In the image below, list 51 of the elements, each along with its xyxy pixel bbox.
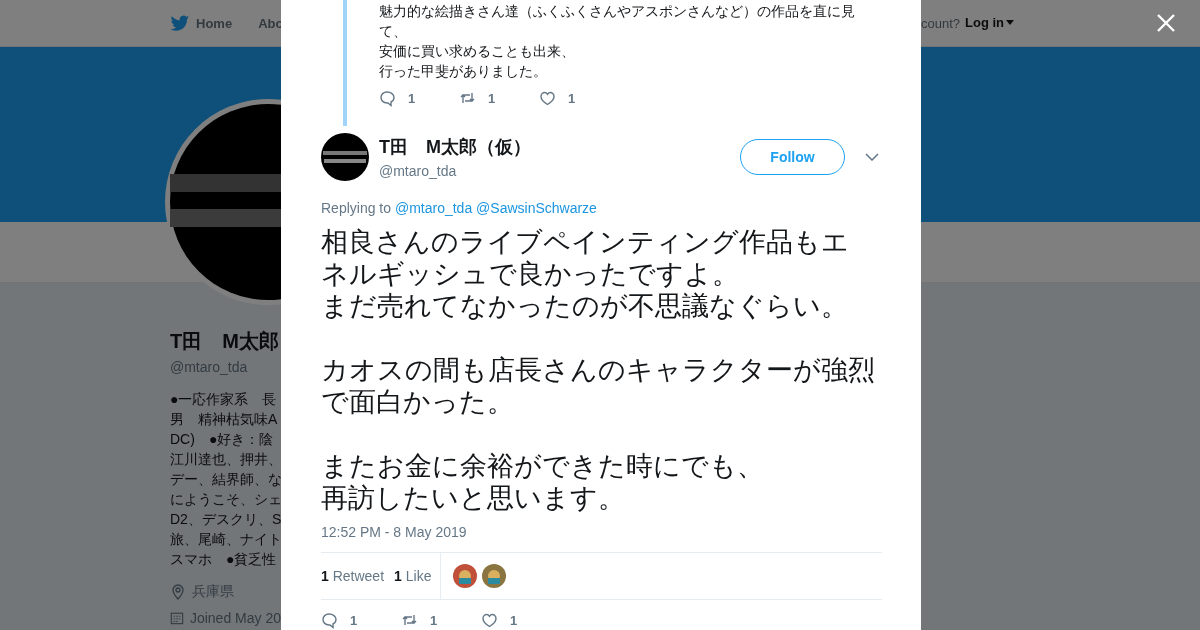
- caret-icon: [1006, 20, 1014, 25]
- profile-name: T田 M太郎: [170, 329, 280, 354]
- bio-line: D2、デスクリ、S: [170, 510, 281, 529]
- action-button[interactable]: 1: [459, 90, 539, 107]
- reply-icon: [321, 612, 338, 629]
- action-button[interactable]: 1: [481, 612, 561, 629]
- bio-line: DC) ●好き：陰: [170, 430, 275, 449]
- location-text: 兵庫県: [192, 583, 234, 601]
- tweet-text-line: で面白かった。: [321, 386, 515, 418]
- tweet-text-line: まだ売れてなかったのが不思議なぐらい。: [321, 290, 849, 322]
- bio-line: 旅、尾崎、ナイト: [170, 530, 281, 549]
- nav-link[interactable]: Home: [170, 14, 233, 32]
- profile-handle: @mtaro_tda: [170, 359, 249, 375]
- bio-line: ●一応作家系 長: [170, 390, 278, 409]
- heart-icon: [539, 90, 556, 107]
- tweet-text-line: 相良さんのライブペインティング作品もエ: [321, 226, 850, 258]
- quoted-tweet-line: 魅力的な絵描きさん達（ふくふくさんやアスポンさんなど）の作品を直に見: [379, 2, 856, 21]
- bio-line: 江川達也、押井、: [170, 450, 281, 469]
- joined-date: Joined May 20: [189, 610, 281, 626]
- tweet-text-line: 再訪したいと思います。: [321, 482, 626, 514]
- bio-line: スマホ ●貧乏性: [170, 550, 278, 569]
- tweet-text-line: またお金に余裕ができた時にでも、: [321, 450, 765, 482]
- calendar-icon: [170, 610, 184, 626]
- reply-icon: [379, 90, 396, 107]
- tweet-timestamp: 12:52 PM - 8 May 2019: [321, 524, 468, 540]
- bio-line: 男 精神枯気味A: [170, 410, 279, 429]
- stat-link[interactable]: 1 Retweet: [321, 568, 385, 584]
- replying-label: Replying to: [321, 200, 392, 216]
- tweet-text-line: カオスの間も店長さんのキャラクターが強烈: [321, 354, 876, 386]
- action-button[interactable]: 1: [379, 90, 459, 107]
- login-link[interactable]: Log in: [965, 15, 1014, 30]
- action-button[interactable]: 1: [401, 612, 481, 629]
- action-button[interactable]: 1: [539, 90, 619, 107]
- bird-icon: [170, 14, 190, 32]
- quoted-tweet-line: 行った甲斐がありました。: [379, 62, 548, 81]
- stat-link[interactable]: 1 Like: [394, 568, 432, 584]
- account-prompt: count?: [920, 16, 960, 31]
- follow-button[interactable]: Follow: [740, 139, 845, 175]
- quoted-tweet-line: 安価に買い求めることも出来、: [379, 42, 576, 61]
- tweet-text-line: ネルギッシュで良かったですよ。: [321, 258, 740, 290]
- bio-line: にようこそ、シェ: [170, 490, 281, 509]
- mention-link[interactable]: @mtaro_tda: [394, 200, 473, 216]
- heart-icon: [481, 612, 498, 629]
- bio-line: デー、結界師、な: [170, 470, 281, 489]
- action-button[interactable]: 1: [321, 612, 401, 629]
- quoted-tweet-line: て、: [379, 22, 408, 41]
- location-pin-icon: [170, 584, 186, 600]
- author-handle: @mtaro_tda: [379, 163, 458, 179]
- author-name: T田 M太郎（仮）: [379, 136, 532, 159]
- chevron-down-icon[interactable]: [865, 153, 879, 161]
- mention-link[interactable]: @SawsinSchwarze: [476, 200, 597, 216]
